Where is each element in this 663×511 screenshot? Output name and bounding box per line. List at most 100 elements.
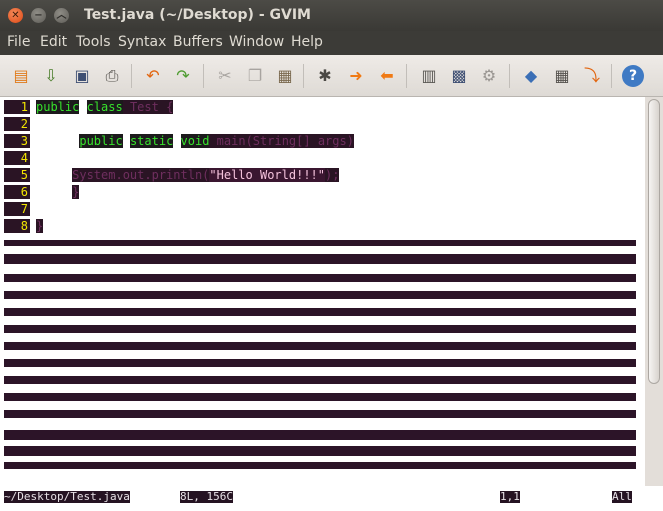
close-window-button[interactable]: ✕ <box>8 8 23 23</box>
code-token: System.out.println( <box>72 168 210 182</box>
open-file-icon: ▤ <box>13 66 29 85</box>
help-button[interactable]: ? <box>622 65 644 87</box>
jump-tag-icon: ⤵ <box>583 66 600 85</box>
garbled-line <box>4 240 636 246</box>
code-token: } <box>36 219 44 233</box>
garbled-line <box>4 274 636 282</box>
print-icon: ⎙ <box>105 66 119 85</box>
menu-edit[interactable]: Edit <box>40 34 67 50</box>
garbled-line <box>4 430 636 440</box>
minimize-icon: − <box>34 10 43 21</box>
garbled-line <box>4 462 636 469</box>
maximize-window-button[interactable]: ︿ <box>54 8 69 23</box>
menu-file[interactable]: File <box>7 34 30 50</box>
save-icon: ▣ <box>74 66 90 85</box>
save-session-button[interactable]: ▩ <box>448 65 470 87</box>
table-button[interactable]: ▦ <box>551 65 573 87</box>
find-next-icon: ➜ <box>349 66 363 85</box>
jump-tag-button[interactable]: ⤵ <box>581 65 603 87</box>
menu-syntax[interactable]: Syntax <box>118 34 166 50</box>
paste-button[interactable]: ▦ <box>274 65 296 87</box>
line-number: 1 <box>4 100 30 114</box>
find-replace-button[interactable]: ✱ <box>314 65 336 87</box>
code-text: public class Test { <box>36 100 174 114</box>
garbled-line <box>4 359 636 367</box>
load-session-icon: ▥ <box>421 66 437 85</box>
garbled-line <box>4 393 636 401</box>
line-number: 7 <box>4 202 30 216</box>
menu-bar: File Edit Tools Syntax Buffers Window He… <box>0 31 663 55</box>
title-bar: ✕ − ︿ Test.java (~/Desktop) - GVIM <box>0 0 663 31</box>
menu-window[interactable]: Window <box>229 34 284 50</box>
save-session-icon: ▩ <box>451 66 467 85</box>
menu-help[interactable]: Help <box>291 34 323 50</box>
run-script-icon: ⚙ <box>481 66 497 85</box>
copy-button[interactable]: ❐ <box>244 65 266 87</box>
paste-icon: ▦ <box>277 66 293 85</box>
redo-button[interactable]: ↷ <box>172 65 194 87</box>
code-text: } <box>36 185 80 199</box>
garbled-line <box>4 254 636 264</box>
line-number: 6 <box>4 185 30 199</box>
make-icon: ◆ <box>524 66 538 85</box>
garbled-line <box>4 342 636 350</box>
save-button[interactable]: ▣ <box>71 65 93 87</box>
window-title: Test.java (~/Desktop) - GVIM <box>84 7 311 23</box>
find-prev-button[interactable]: ⬅ <box>376 65 398 87</box>
code-token: { <box>166 100 174 114</box>
undo-button[interactable]: ↶ <box>142 65 164 87</box>
code-text: System.out.println("Hello World!!!"); <box>36 168 340 182</box>
garbled-line <box>4 446 636 456</box>
line-number: 4 <box>4 151 30 165</box>
code-line: 6 } <box>0 185 645 200</box>
code-token: Test <box>122 100 167 114</box>
code-line: 5 System.out.println("Hello World!!!"); <box>0 168 645 183</box>
code-line: 1 public class Test { <box>0 100 645 115</box>
run-script-button[interactable]: ⚙ <box>478 65 500 87</box>
code-token: main(String[] args) <box>209 134 354 148</box>
keyword-token: class <box>86 100 123 114</box>
keyword-token: static <box>129 134 174 148</box>
find-next-button[interactable]: ➜ <box>345 65 367 87</box>
find-prev-icon: ⬅ <box>380 66 394 85</box>
status-info: 8L, 156C <box>180 490 233 503</box>
line-number: 8 <box>4 219 30 233</box>
code-line: 4 <box>0 151 645 166</box>
garbled-line <box>4 308 636 316</box>
cut-icon: ✂ <box>218 66 232 85</box>
code-line: 2 <box>0 117 645 132</box>
chevron-up-icon: ︿ <box>56 10 67 21</box>
status-scroll: All <box>612 490 632 503</box>
scrollbar-thumb[interactable] <box>648 99 660 384</box>
status-position: 1,1 <box>500 490 520 503</box>
load-session-button[interactable]: ▥ <box>418 65 440 87</box>
menu-tools[interactable]: Tools <box>76 34 111 50</box>
text-editor[interactable]: 1 public class Test {2 3 public static voi… <box>0 97 645 486</box>
minimize-window-button[interactable]: − <box>31 8 46 23</box>
save-download-icon: ⇩ <box>44 66 58 85</box>
cut-button[interactable]: ✂ <box>214 65 236 87</box>
code-text: } <box>36 219 44 233</box>
find-replace-icon: ✱ <box>318 66 332 85</box>
print-button[interactable]: ⎙ <box>101 65 123 87</box>
vertical-scrollbar[interactable] <box>645 97 663 486</box>
code-line: 7 <box>0 202 645 217</box>
menu-buffers[interactable]: Buffers <box>173 34 223 50</box>
line-number: 2 <box>4 117 30 131</box>
close-icon: ✕ <box>11 10 20 21</box>
garbled-line <box>4 410 636 418</box>
redo-icon: ↷ <box>176 66 190 85</box>
keyword-token: public <box>36 100 80 114</box>
save-download-button[interactable]: ⇩ <box>40 65 62 87</box>
line-number: 5 <box>4 168 30 182</box>
line-number: 3 <box>4 134 30 148</box>
string-token: "Hello World!!!" <box>209 168 325 182</box>
toolbar: ▤ ⇩ ▣ ⎙ ↶ ↷ ✂ ❐ ▦ ✱ ➜ ⬅ ▥ ▩ ⚙ ◆ ▦ ⤵ ? <box>0 55 663 97</box>
open-file-button[interactable]: ▤ <box>10 65 32 87</box>
make-button[interactable]: ◆ <box>520 65 542 87</box>
garbled-line <box>4 376 636 384</box>
copy-icon: ❐ <box>247 66 263 85</box>
